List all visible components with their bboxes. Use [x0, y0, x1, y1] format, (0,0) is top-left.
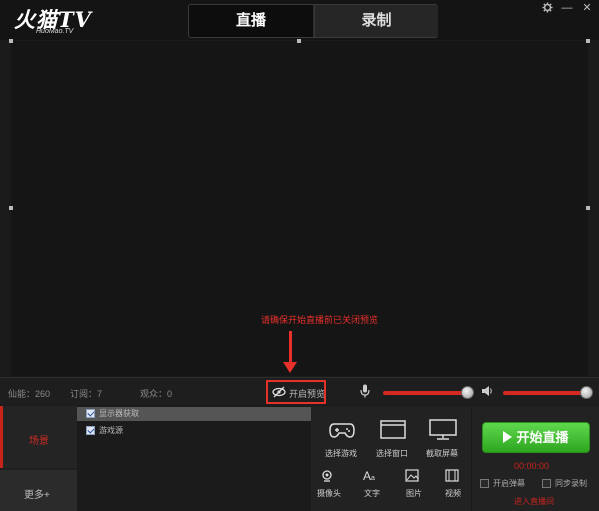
image-icon[interactable]: [405, 469, 419, 482]
resize-handle[interactable]: [9, 39, 13, 43]
text-label[interactable]: 文字: [364, 488, 380, 499]
live-control-panel: 开始直播 00:00:00 开启弹幕 同步录制 进入直播间: [472, 406, 599, 511]
source-item-game[interactable]: 游戏源: [77, 424, 311, 438]
scene-panel: 场景 更多+: [0, 406, 77, 511]
close-icon[interactable]: ✕: [581, 2, 593, 14]
video-icon[interactable]: [445, 469, 459, 482]
app-logo: 火猫TV HuoMao.TV: [14, 4, 96, 38]
capture-screen-label[interactable]: 截取屏幕: [426, 448, 458, 459]
mode-tabs: 直播 录制: [188, 4, 438, 38]
resize-handle[interactable]: [297, 39, 301, 43]
minimize-icon[interactable]: —: [561, 2, 573, 14]
preview-toggle-label: 开启预览: [289, 389, 326, 399]
logo-subtext: HuoMao.TV: [36, 28, 74, 35]
resize-handle[interactable]: [586, 39, 590, 43]
stat-subscribe: 订阅：7: [70, 389, 103, 399]
speaker-icon[interactable]: [481, 385, 493, 397]
image-label[interactable]: 图片: [406, 488, 422, 499]
source-list: 显示器获取 游戏源: [77, 406, 311, 511]
preview-toggle-button[interactable]: 开启预览: [266, 380, 326, 404]
live-timer: 00:00:00: [514, 461, 550, 471]
microphone-icon[interactable]: [360, 384, 370, 398]
source-item-display[interactable]: 显示器获取: [77, 407, 311, 421]
gear-icon[interactable]: [541, 2, 553, 14]
monitor-icon[interactable]: [429, 419, 457, 441]
more-scenes-label: 更多+: [24, 490, 50, 501]
eye-off-icon: [272, 386, 286, 401]
video-label[interactable]: 视频: [445, 488, 461, 499]
speaker-volume-knob[interactable]: [580, 386, 593, 399]
capture-tools: 选择游戏 选择窗口 截取屏幕 摄像头 Aa 文字 图片 视频: [311, 406, 471, 511]
enter-room-link[interactable]: 进入直播间: [514, 496, 554, 507]
scene-tab-label: 场景: [29, 436, 49, 447]
mic-volume-knob[interactable]: [461, 386, 474, 399]
select-window-label[interactable]: 选择窗口: [376, 448, 408, 459]
select-game-label[interactable]: 选择游戏: [325, 448, 357, 459]
window-controls: — ✕: [541, 2, 593, 16]
checkbox-box[interactable]: [542, 479, 551, 488]
annotation-arrow: [289, 331, 292, 364]
sync-record-label: 同步录制: [555, 479, 587, 488]
preview-warning: 请确保开始直播前已关闭预览: [261, 315, 379, 325]
tab-live[interactable]: 直播: [189, 5, 313, 37]
scene-tab[interactable]: 场景: [0, 406, 77, 468]
tab-record[interactable]: 录制: [314, 5, 438, 37]
camera-label[interactable]: 摄像头: [317, 488, 341, 499]
danmaku-label: 开启弹幕: [493, 479, 525, 488]
source-checkbox[interactable]: [86, 426, 95, 435]
stat-xianneng: 仙能：260: [8, 389, 51, 399]
checkbox-box[interactable]: [480, 479, 489, 488]
gamepad-icon[interactable]: [329, 420, 355, 440]
start-live-label: 开始直播: [516, 430, 569, 445]
start-live-button[interactable]: 开始直播: [482, 422, 590, 453]
window-icon[interactable]: [380, 420, 406, 440]
source-checkbox[interactable]: [86, 409, 95, 418]
speaker-volume-track[interactable]: [503, 391, 589, 395]
mic-volume-track[interactable]: [383, 391, 468, 395]
resize-handle[interactable]: [9, 206, 13, 210]
resize-handle[interactable]: [586, 206, 590, 210]
source-label: 游戏源: [99, 426, 123, 435]
source-label: 显示器获取: [99, 409, 139, 418]
top-bar: 火猫TV HuoMao.TV 直播 录制 — ✕: [0, 0, 599, 40]
stat-viewers: 观众：0: [140, 389, 173, 399]
play-icon: [503, 431, 513, 443]
annotation-arrow-head: [283, 362, 297, 373]
camera-icon[interactable]: [321, 470, 333, 482]
text-icon[interactable]: Aa: [363, 469, 379, 483]
more-scenes-button[interactable]: 更多+: [0, 470, 77, 511]
